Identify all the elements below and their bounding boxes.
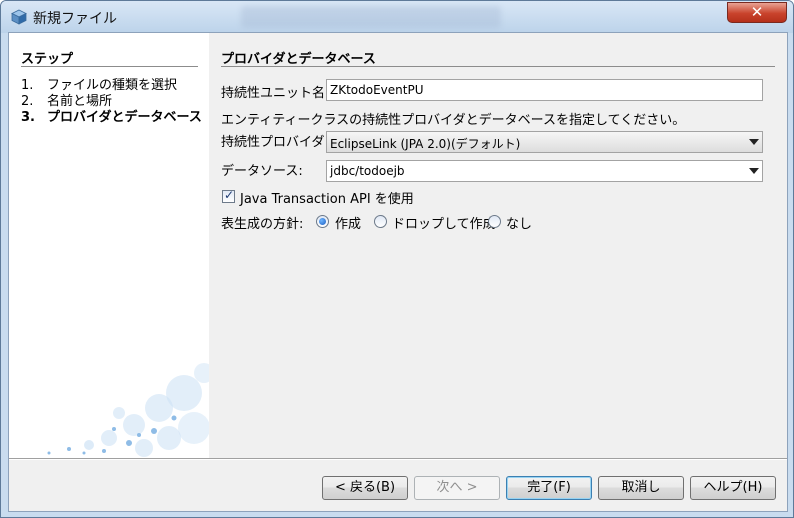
step-number: 3.: [21, 110, 35, 125]
decorative-bubbles: [47, 363, 209, 457]
check-mark-icon: ✓: [224, 188, 235, 202]
step-number: 2.: [21, 94, 34, 109]
panel-title: プロバイダとデータベース: [221, 52, 376, 67]
background-window-title: [241, 6, 501, 28]
provider-label: 持続性プロバイダ:: [221, 135, 329, 150]
steps-panel: ステップ 1. ファイルの種類を選択 2. 名前と場所 3. プロバイダとデータベース: [9, 33, 209, 458]
radio-create-label[interactable]: 作成: [335, 213, 361, 232]
provider-value: EclipseLink (JPA 2.0)(デフォルト): [330, 137, 521, 151]
netbeans-cube-icon: [11, 9, 27, 25]
panel-divider: [221, 66, 775, 67]
help-button[interactable]: ヘルプ(H): [690, 476, 776, 500]
unit-name-label: 持続性ユニット名:: [221, 86, 330, 101]
step-label: プロバイダとデータベース: [47, 110, 202, 125]
title-bar[interactable]: 新規ファイル ✕: [1, 1, 793, 33]
step-label: ファイルの種類を選択: [47, 78, 178, 93]
cancel-button[interactable]: 取消し: [598, 476, 684, 500]
radio-create[interactable]: [316, 215, 329, 228]
step-1: 1. ファイルの種類を選択: [21, 78, 177, 94]
step-2: 2. 名前と場所: [21, 94, 112, 110]
radio-drop-and-create[interactable]: [374, 215, 387, 228]
radio-drop-and-create-label[interactable]: ドロップして作成: [392, 213, 496, 232]
datasource-value[interactable]: jdbc/todoejb: [330, 164, 405, 178]
provider-description: エンティティークラスの持続性プロバイダとデータベースを指定してください。: [221, 113, 686, 128]
finish-button[interactable]: 完了(F): [506, 476, 592, 500]
steps-header: ステップ: [21, 52, 74, 67]
next-button[interactable]: 次へ >: [414, 476, 500, 500]
dialog-content: ステップ 1. ファイルの種類を選択 2. 名前と場所 3. プロバイダとデータベース: [8, 32, 788, 512]
unit-name-input[interactable]: ZKtodoEventPU: [326, 79, 763, 101]
step-3: 3. プロバイダとデータベース: [21, 110, 202, 126]
step-number: 1.: [21, 78, 34, 93]
dropdown-arrow-icon[interactable]: [749, 168, 759, 174]
close-button[interactable]: ✕: [727, 2, 787, 23]
datasource-combobox[interactable]: jdbc/todoejb: [326, 160, 763, 182]
step-label: 名前と場所: [47, 94, 113, 109]
radio-none[interactable]: [488, 215, 501, 228]
back-button[interactable]: < 戻る(B): [322, 476, 408, 500]
table-strategy-label: 表生成の方針:: [221, 217, 304, 232]
new-file-dialog: 新規ファイル ✕ ステップ 1. ファイルの種類を選択 2. 名前と場所 3. プロバ…: [0, 0, 794, 518]
provider-select[interactable]: EclipseLink (JPA 2.0)(デフォルト): [326, 131, 763, 153]
steps-divider: [21, 66, 198, 67]
datasource-label: データソース:: [221, 164, 303, 179]
radio-none-label[interactable]: なし: [506, 213, 532, 232]
button-bar-divider-highlight: [9, 459, 787, 460]
jta-checkbox[interactable]: ✓: [222, 188, 235, 203]
window-title: 新規ファイル: [33, 11, 117, 27]
dropdown-arrow-icon[interactable]: [749, 139, 759, 145]
radio-selected-dot: [319, 218, 326, 225]
jta-checkbox-label[interactable]: Java Transaction API を使用: [240, 188, 414, 207]
